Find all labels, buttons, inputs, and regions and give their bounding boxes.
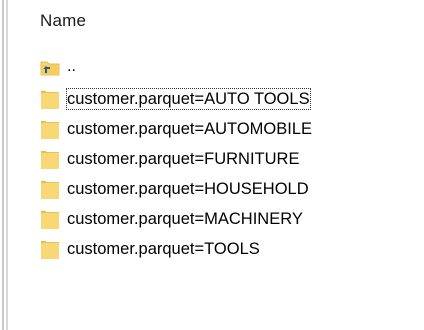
folder-icon [38, 237, 62, 261]
folder-name: customer.parquet=FURNITURE [67, 150, 300, 168]
pane-left-border [0, 0, 8, 330]
list-item-folder[interactable]: customer.parquet=HOUSEHOLD [38, 174, 418, 204]
parent-directory-label: .. [67, 58, 76, 75]
folder-icon [38, 177, 62, 201]
list-item-folder[interactable]: customer.parquet=AUTOMOBILE [38, 114, 418, 144]
folder-icon [38, 87, 62, 111]
list-item-folder[interactable]: customer.parquet=FURNITURE [38, 144, 418, 174]
folder-icon [38, 117, 62, 141]
list-item-folder[interactable]: customer.parquet=MACHINERY [38, 204, 418, 234]
file-list: .. customer.parquet=AUTO TOOLS customer.… [38, 54, 418, 264]
folder-name: customer.parquet=MACHINERY [67, 210, 303, 228]
folder-name: customer.parquet=HOUSEHOLD [67, 180, 309, 198]
list-item-folder[interactable]: customer.parquet=TOOLS [38, 234, 418, 264]
folder-name: customer.parquet=AUTOMOBILE [67, 120, 313, 138]
folder-icon [38, 147, 62, 171]
parent-folder-up-icon [38, 55, 62, 79]
folder-icon [38, 207, 62, 231]
folder-name: customer.parquet=TOOLS [67, 240, 260, 258]
list-item-parent-directory[interactable]: .. [38, 54, 418, 80]
folder-name: customer.parquet=AUTO TOOLS [66, 88, 311, 110]
column-header-name[interactable]: Name [40, 10, 86, 32]
list-item-folder[interactable]: customer.parquet=AUTO TOOLS [38, 84, 418, 114]
